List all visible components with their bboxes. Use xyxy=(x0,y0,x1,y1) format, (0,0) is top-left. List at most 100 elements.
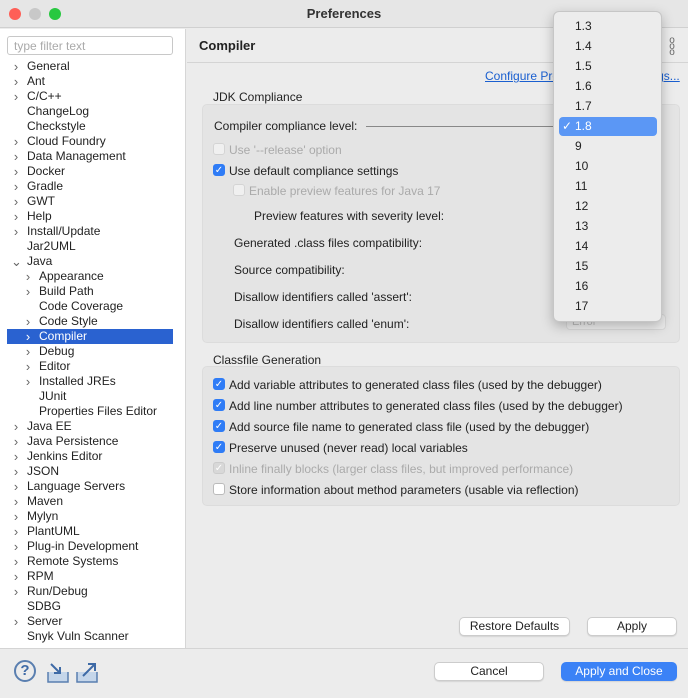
tree-item[interactable]: SDBG xyxy=(7,599,173,614)
chevron-right-icon[interactable]: › xyxy=(11,614,21,629)
chevron-right-icon[interactable]: › xyxy=(11,449,21,464)
tree-item[interactable]: JUnit xyxy=(7,389,173,404)
tree-item[interactable]: › Compiler xyxy=(7,329,173,344)
chevron-right-icon[interactable]: › xyxy=(11,194,21,209)
classfile-option-checkbox[interactable]: ✓ xyxy=(213,441,225,453)
tree-item[interactable]: › Remote Systems xyxy=(7,554,173,569)
help-icon[interactable]: ? xyxy=(14,660,36,682)
dropdown-option[interactable]: 1.5 xyxy=(559,57,657,76)
chevron-right-icon[interactable]: › xyxy=(11,164,21,179)
tree-item[interactable]: Properties Files Editor xyxy=(7,404,173,419)
dropdown-option[interactable]: 1.3 xyxy=(559,17,657,36)
chevron-right-icon[interactable]: › xyxy=(11,524,21,539)
more-options-icon[interactable]: ooo xyxy=(668,36,676,58)
apply-and-close-button[interactable]: Apply and Close xyxy=(561,662,677,681)
classfile-option-checkbox[interactable]: ✓ xyxy=(213,399,225,411)
tree-item[interactable]: Snyk Vuln Scanner xyxy=(7,629,173,644)
dropdown-option[interactable]: 1.6 xyxy=(559,77,657,96)
chevron-right-icon[interactable]: › xyxy=(23,269,33,284)
dropdown-option[interactable]: 1.4 xyxy=(559,37,657,56)
chevron-right-icon[interactable]: › xyxy=(11,509,21,524)
tree-item[interactable]: › Gradle xyxy=(7,179,173,194)
chevron-right-icon[interactable]: › xyxy=(11,479,21,494)
tree-item[interactable]: › GWT xyxy=(7,194,173,209)
chevron-right-icon[interactable]: › xyxy=(11,59,21,74)
chevron-right-icon[interactable]: › xyxy=(11,149,21,164)
classfile-option-checkbox[interactable]: ✓ xyxy=(213,462,225,474)
tree-item[interactable]: Jar2UML xyxy=(7,239,173,254)
tree-item[interactable]: › Java EE xyxy=(7,419,173,434)
import-icon[interactable] xyxy=(46,662,70,684)
tree-item[interactable]: › Server xyxy=(7,614,173,629)
chevron-right-icon[interactable]: › xyxy=(11,464,21,479)
chevron-right-icon[interactable]: › xyxy=(11,224,21,239)
chevron-right-icon[interactable]: › xyxy=(11,134,21,149)
tree-item[interactable]: › Debug xyxy=(7,344,173,359)
chevron-down-icon[interactable]: ⌄ xyxy=(11,254,22,269)
dropdown-option[interactable]: 14 xyxy=(559,237,657,256)
chevron-right-icon[interactable]: › xyxy=(23,284,33,299)
tree-item[interactable]: › Language Servers xyxy=(7,479,173,494)
tree-item[interactable]: › RPM xyxy=(7,569,173,584)
tree-item[interactable]: Code Coverage xyxy=(7,299,173,314)
tree-item[interactable]: › Build Path xyxy=(7,284,173,299)
dropdown-option[interactable]: 16 xyxy=(559,277,657,296)
tree-item[interactable]: › Appearance xyxy=(7,269,173,284)
tree-item[interactable]: Checkstyle xyxy=(7,119,173,134)
chevron-right-icon[interactable]: › xyxy=(11,569,21,584)
cancel-button[interactable]: Cancel xyxy=(434,662,544,681)
chevron-right-icon[interactable]: › xyxy=(11,74,21,89)
tree-item[interactable]: › Code Style xyxy=(7,314,173,329)
tree-item[interactable]: › Plug-in Development xyxy=(7,539,173,554)
classfile-option-checkbox[interactable]: ✓ xyxy=(213,378,225,390)
tree-item[interactable]: › Jenkins Editor xyxy=(7,449,173,464)
chevron-right-icon[interactable]: › xyxy=(23,314,33,329)
tree-item[interactable]: › Run/Debug xyxy=(7,584,173,599)
tree-item[interactable]: › Cloud Foundry xyxy=(7,134,173,149)
filter-input[interactable] xyxy=(7,36,173,55)
tree-item[interactable]: › C/C++ xyxy=(7,89,173,104)
chevron-right-icon[interactable]: › xyxy=(23,329,33,344)
tree-item[interactable]: ⌄ Java xyxy=(7,254,173,269)
dropdown-option[interactable]: 9 xyxy=(559,137,657,156)
chevron-right-icon[interactable]: › xyxy=(23,359,33,374)
chevron-right-icon[interactable]: › xyxy=(11,584,21,599)
chevron-right-icon[interactable]: › xyxy=(11,419,21,434)
tree-item[interactable]: › Help xyxy=(7,209,173,224)
chevron-right-icon[interactable]: › xyxy=(11,554,21,569)
export-icon[interactable] xyxy=(75,662,99,684)
tree-item[interactable]: › Java Persistence xyxy=(7,434,173,449)
tree-item[interactable]: › Ant xyxy=(7,74,173,89)
tree-item[interactable]: › Mylyn xyxy=(7,509,173,524)
chevron-right-icon[interactable]: › xyxy=(11,209,21,224)
dropdown-option[interactable]: 10 xyxy=(559,157,657,176)
chevron-right-icon[interactable]: › xyxy=(11,434,21,449)
tree-item[interactable]: › Data Management xyxy=(7,149,173,164)
tree-item[interactable]: › General xyxy=(7,59,173,74)
dropdown-option[interactable]: 17 xyxy=(559,297,657,316)
dropdown-option[interactable]: 15 xyxy=(559,257,657,276)
dropdown-option[interactable]: 12 xyxy=(559,197,657,216)
tree-item[interactable]: › PlantUML xyxy=(7,524,173,539)
chevron-right-icon[interactable]: › xyxy=(23,374,33,389)
enable-preview-checkbox[interactable] xyxy=(233,184,245,196)
chevron-right-icon[interactable]: › xyxy=(11,539,21,554)
tree-item[interactable]: › Maven xyxy=(7,494,173,509)
apply-button[interactable]: Apply xyxy=(587,617,677,636)
use-release-checkbox[interactable] xyxy=(213,143,225,155)
dropdown-option[interactable]: 13 xyxy=(559,217,657,236)
chevron-right-icon[interactable]: › xyxy=(11,179,21,194)
tree-item[interactable]: › Installed JREs xyxy=(7,374,173,389)
tree-item[interactable]: › Editor xyxy=(7,359,173,374)
restore-defaults-button[interactable]: Restore Defaults xyxy=(459,617,570,636)
tree-item[interactable]: › JSON xyxy=(7,464,173,479)
chevron-right-icon[interactable]: › xyxy=(11,89,21,104)
dropdown-option[interactable]: 1.7 xyxy=(559,97,657,116)
dropdown-option[interactable]: ✓ 1.8 xyxy=(559,117,657,136)
tree-item[interactable]: › Docker xyxy=(7,164,173,179)
chevron-right-icon[interactable]: › xyxy=(23,344,33,359)
tree-item[interactable]: › Install/Update xyxy=(7,224,173,239)
tree-item[interactable]: ChangeLog xyxy=(7,104,173,119)
classfile-option-checkbox[interactable] xyxy=(213,483,225,495)
compliance-level-dropdown[interactable]: 1.3 1.4 1.5 1.6 1.7 ✓ 1.8 9 10 11 12 13 14 15 16 17 xyxy=(553,11,662,322)
